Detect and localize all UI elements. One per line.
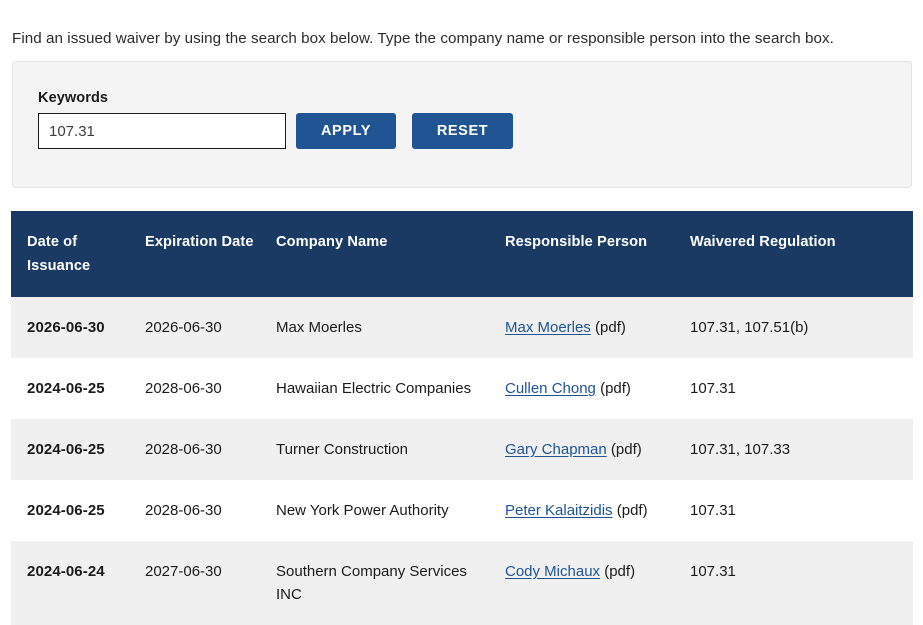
pdf-suffix-label: (pdf) [600,380,631,397]
table-row: 2024-06-252028-06-30Hawaiian Electric Co… [11,358,913,419]
table-row: 2024-06-252028-06-30Turner ConstructionG… [11,419,913,480]
cell-responsible-person: Max Moerles (pdf) [505,297,690,358]
intro-text: Find an issued waiver by using the searc… [12,28,902,49]
cell-company-name: Max Moerles [276,297,505,358]
cell-company-name: Hawaiian Electric Companies [276,358,505,419]
cell-expiration-date: 2028-06-30 [145,358,276,419]
waiver-search-page: Find an issued waiver by using the searc… [0,0,923,622]
apply-button[interactable]: APPLY [296,113,396,149]
cell-waivered-regulation: 107.31 [690,480,913,541]
responsible-person-pdf-link[interactable]: Peter Kalaitzidis [505,502,613,519]
responsible-person-pdf-link[interactable]: Gary Chapman [505,441,607,458]
column-header-expiration-date[interactable]: Expiration Date [145,211,276,297]
column-header-waivered-regulation[interactable]: Waivered Regulation [690,211,913,297]
cell-responsible-person: Cody Michaux (pdf) [505,541,690,625]
cell-expiration-date: 2027-06-30 [145,541,276,625]
results-table-body: 2026-06-302026-06-30Max MoerlesMax Moerl… [11,297,913,625]
results-table-head: Date of Issuance Expiration Date Company… [11,211,913,297]
results-table: Date of Issuance Expiration Date Company… [11,211,913,625]
cell-date-of-issuance: 2026-06-30 [11,297,145,358]
responsible-person-pdf-link[interactable]: Cody Michaux [505,563,600,580]
results-table-wrapper: Date of Issuance Expiration Date Company… [11,211,913,625]
table-row: 2026-06-302026-06-30Max MoerlesMax Moerl… [11,297,913,358]
cell-responsible-person: Cullen Chong (pdf) [505,358,690,419]
pdf-suffix-label: (pdf) [595,319,626,336]
cell-waivered-regulation: 107.31 [690,541,913,625]
cell-waivered-regulation: 107.31 [690,358,913,419]
cell-waivered-regulation: 107.31, 107.33 [690,419,913,480]
cell-expiration-date: 2028-06-30 [145,480,276,541]
column-header-responsible-person[interactable]: Responsible Person [505,211,690,297]
filter-panel-inner: Keywords APPLY RESET [38,90,513,149]
search-input[interactable] [38,113,286,149]
cell-date-of-issuance: 2024-06-25 [11,358,145,419]
filter-panel: Keywords APPLY RESET [12,61,912,188]
reset-button[interactable]: RESET [412,113,513,149]
cell-company-name: New York Power Authority [276,480,505,541]
cell-expiration-date: 2028-06-30 [145,419,276,480]
keywords-label: Keywords [38,90,513,106]
responsible-person-pdf-link[interactable]: Max Moerles [505,319,591,336]
cell-waivered-regulation: 107.31, 107.51(b) [690,297,913,358]
cell-date-of-issuance: 2024-06-25 [11,480,145,541]
cell-expiration-date: 2026-06-30 [145,297,276,358]
cell-company-name: Southern Company Services INC [276,541,505,625]
table-row: 2024-06-252028-06-30New York Power Autho… [11,480,913,541]
column-header-date-of-issuance[interactable]: Date of Issuance [11,211,145,297]
cell-company-name: Turner Construction [276,419,505,480]
filter-controls-row: APPLY RESET [38,113,513,149]
cell-date-of-issuance: 2024-06-25 [11,419,145,480]
column-header-company-name[interactable]: Company Name [276,211,505,297]
cell-responsible-person: Gary Chapman (pdf) [505,419,690,480]
table-header-row: Date of Issuance Expiration Date Company… [11,211,913,297]
responsible-person-pdf-link[interactable]: Cullen Chong [505,380,596,397]
pdf-suffix-label: (pdf) [604,563,635,580]
cell-date-of-issuance: 2024-06-24 [11,541,145,625]
cell-responsible-person: Peter Kalaitzidis (pdf) [505,480,690,541]
pdf-suffix-label: (pdf) [617,502,648,519]
pdf-suffix-label: (pdf) [611,441,642,458]
table-row: 2024-06-242027-06-30Southern Company Ser… [11,541,913,625]
